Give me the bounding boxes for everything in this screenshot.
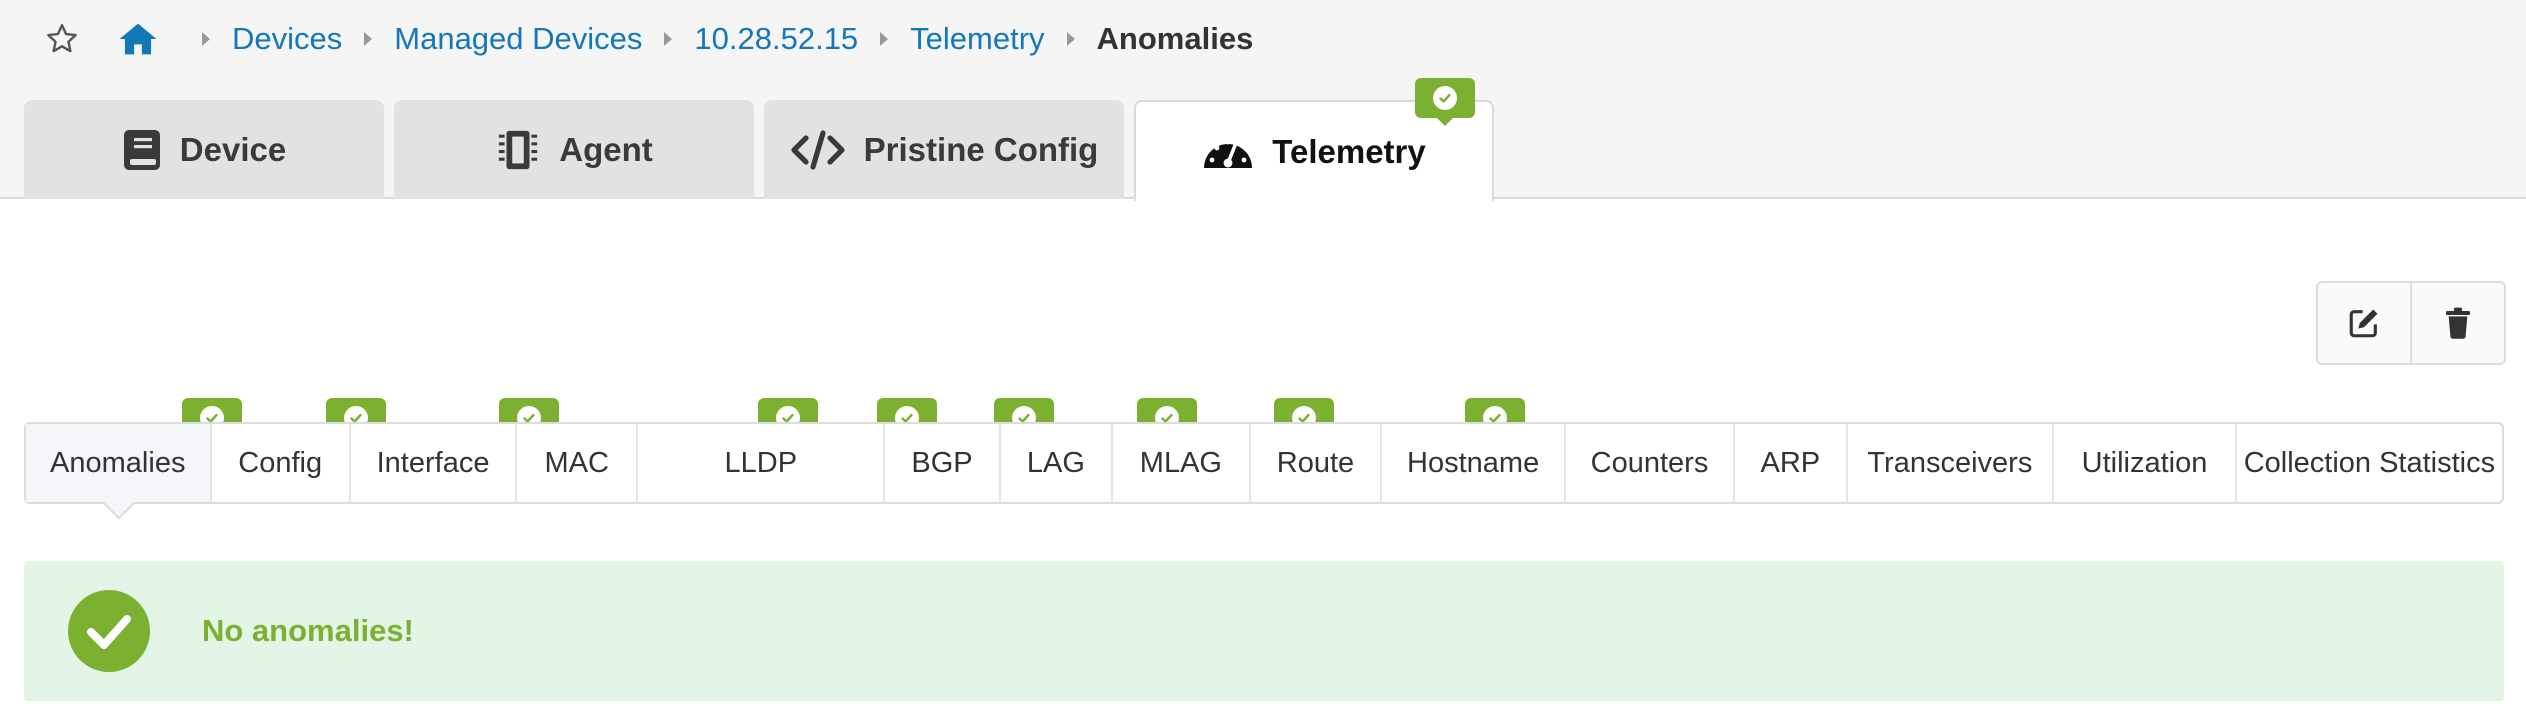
delete-button[interactable] [2410,283,2504,363]
breadcrumb-separator [664,32,673,46]
breadcrumb-telemetry[interactable]: Telemetry [910,21,1044,57]
tab-label: Pristine Config [863,130,1099,168]
edit-icon [2349,309,2378,338]
check-icon [1439,93,1451,103]
subtab-mac[interactable]: MAC [517,424,639,502]
check-circle-icon [68,590,150,672]
no-anomalies-message: No anomalies! [24,561,2504,701]
subtab-hostname[interactable]: Hostname [1382,424,1566,502]
tab-agent[interactable]: Agent [394,100,754,199]
action-button-group [2316,281,2506,365]
breadcrumb-managed-devices[interactable]: Managed Devices [394,21,642,57]
edit-button[interactable] [2318,283,2410,363]
breadcrumb-separator [1066,32,1075,46]
tab-label: Telemetry [1272,132,1426,170]
breadcrumb-separator [364,32,373,46]
message-text: No anomalies! [202,613,414,648]
subtab-mlag[interactable]: MLAG [1113,424,1251,502]
subtab-lldp[interactable]: LLDP [638,424,886,502]
subtab-lag[interactable]: LAG [1001,424,1114,502]
breadcrumb-current: Anomalies [1096,21,1254,56]
breadcrumb-devices[interactable]: Devices [232,21,342,57]
subtab-utilization[interactable]: Utilization [2054,424,2237,502]
breadcrumb-separator [880,32,889,46]
tab-label: Device [179,130,287,168]
tab-device[interactable]: Device [24,100,384,199]
code-icon [791,129,845,170]
telemetry-status-badge [1415,78,1475,126]
telemetry-subtabs: Anomalies Config Interface MAC LLDP BGP … [24,422,2504,504]
subtab-anomalies[interactable]: Anomalies [26,424,212,502]
top-band: Devices Managed Devices 10.28.52.15 Tele… [0,0,2526,201]
tab-pristine-config[interactable]: Pristine Config [764,100,1124,199]
star-icon[interactable] [44,21,80,57]
tab-label: Agent [559,130,653,168]
subtab-transceivers[interactable]: Transceivers [1848,424,2055,502]
subtab-interface[interactable]: Interface [351,424,518,502]
subtab-arp[interactable]: ARP [1735,424,1848,502]
breadcrumb: Devices Managed Devices 10.28.52.15 Tele… [44,14,1253,64]
subtab-route[interactable]: Route [1251,424,1383,502]
subtab-bgp[interactable]: BGP [885,424,1001,502]
subtab-counters[interactable]: Counters [1566,424,1736,502]
dashboard-icon [1204,139,1253,168]
breadcrumb-device-ip[interactable]: 10.28.52.15 [694,21,858,57]
subtab-collection-statistics[interactable]: Collection Statistics [2237,424,2502,502]
breadcrumb-separator [202,32,210,46]
chip-icon [499,130,538,169]
home-icon[interactable] [118,21,158,57]
book-icon [123,129,160,170]
subtab-config[interactable]: Config [212,424,351,502]
trash-icon [2446,307,2470,339]
